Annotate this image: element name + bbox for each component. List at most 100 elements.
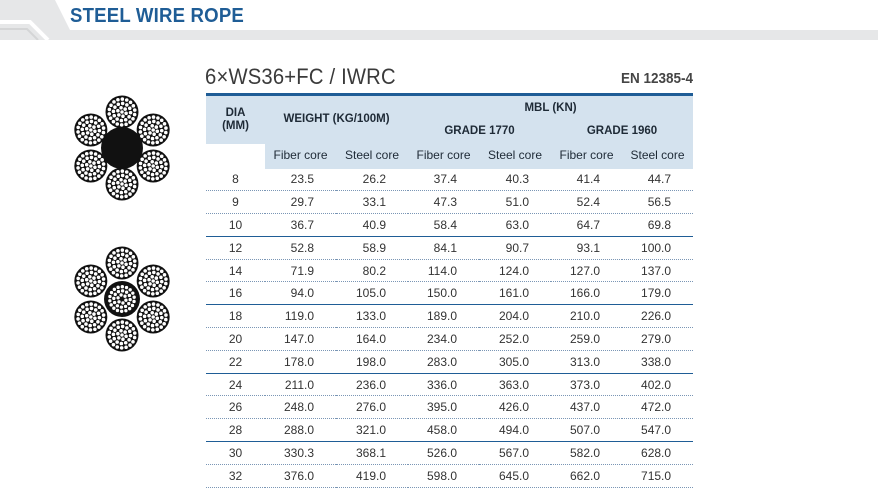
value-cell: 58.4 (408, 213, 479, 237)
weight-steel-core-header: Steel core (336, 143, 408, 169)
g1960-fiber-core-header: Fiber core (551, 143, 622, 169)
value-cell: 234.0 (408, 327, 479, 351)
value-cell: 547.0 (622, 418, 694, 443)
value-cell: 236.0 (336, 373, 408, 397)
value-cell: 458.0 (408, 418, 479, 443)
table-row: 14 71.9 80.2 114.0 124.0 127.0 137.0 (206, 259, 694, 283)
value-cell: 161.0 (479, 281, 551, 306)
value-cell: 567.0 (479, 441, 551, 465)
value-cell: 313.0 (551, 350, 622, 374)
value-cell: 26.2 (336, 168, 408, 192)
value-cell: 204.0 (479, 304, 551, 329)
value-cell: 52.4 (551, 190, 622, 215)
value-cell: 133.0 (336, 304, 408, 329)
value-cell: 373.0 (551, 373, 622, 397)
value-cell: 363.0 (479, 373, 551, 397)
steel-core-rope-image (74, 246, 170, 352)
value-cell: 40.9 (336, 213, 408, 237)
g1770-steel-core-header: Steel core (479, 143, 551, 169)
value-cell: 395.0 (408, 395, 479, 420)
value-cell: 472.0 (622, 395, 694, 420)
value-cell: 288.0 (265, 418, 336, 443)
value-cell: 137.0 (622, 259, 694, 283)
value-cell: 93.1 (551, 236, 622, 260)
dia-cell: 22 (206, 350, 265, 374)
value-cell: 94.0 (265, 281, 336, 306)
value-cell: 338.0 (622, 350, 694, 374)
value-cell: 305.0 (479, 350, 551, 374)
value-cell: 41.4 (551, 168, 622, 192)
weight-header: WEIGHT (KG/100M) (265, 93, 408, 144)
value-cell: 507.0 (551, 418, 622, 443)
value-cell: 211.0 (265, 373, 336, 397)
value-cell: 248.0 (265, 395, 336, 420)
value-cell: 147.0 (265, 327, 336, 351)
value-cell: 52.8 (265, 236, 336, 260)
dia-cell: 28 (206, 418, 265, 443)
value-cell: 336.0 (408, 373, 479, 397)
dia-cell: 26 (206, 395, 265, 420)
value-cell: 526.0 (408, 441, 479, 465)
table-row: 28 288.0 321.0 458.0 494.0 507.0 547.0 (206, 418, 694, 443)
value-cell: 114.0 (408, 259, 479, 283)
mbl-header: MBL (KN) (408, 93, 694, 121)
value-cell: 402.0 (622, 373, 694, 397)
value-cell: 69.8 (622, 213, 694, 237)
grade-1960-header: GRADE 1960 (551, 120, 694, 144)
value-cell: 494.0 (479, 418, 551, 443)
g1960-steel-core-header: Steel core (622, 143, 694, 169)
value-cell: 56.5 (622, 190, 694, 215)
value-cell: 330.3 (265, 441, 336, 465)
value-cell: 189.0 (408, 304, 479, 329)
table-row: 12 52.8 58.9 84.1 90.7 93.1 100.0 (206, 236, 694, 260)
value-cell: 179.0 (622, 281, 694, 306)
value-cell: 84.1 (408, 236, 479, 260)
g1770-fiber-core-header: Fiber core (408, 143, 479, 169)
value-cell: 150.0 (408, 281, 479, 306)
value-cell: 23.5 (265, 168, 336, 192)
dia-cell: 8 (206, 168, 265, 192)
table-row: 30 330.3 368.1 526.0 567.0 582.0 628.0 (206, 441, 694, 465)
value-cell: 321.0 (336, 418, 408, 443)
value-cell: 166.0 (551, 281, 622, 306)
dia-cell: 30 (206, 441, 265, 465)
value-cell: 29.7 (265, 190, 336, 215)
value-cell: 198.0 (336, 350, 408, 374)
dia-cell: 9 (206, 190, 265, 215)
weight-fiber-core-header: Fiber core (265, 143, 336, 169)
value-cell: 368.1 (336, 441, 408, 465)
standard-code: EN 12385-4 (620, 70, 693, 87)
table-row: 8 23.5 26.2 37.4 40.3 41.4 44.7 (206, 168, 694, 192)
value-cell: 63.0 (479, 213, 551, 237)
value-cell: 64.7 (551, 213, 622, 237)
table-row: 16 94.0 105.0 150.0 161.0 166.0 179.0 (206, 281, 694, 306)
table-row: 22 178.0 198.0 283.0 305.0 313.0 338.0 (206, 350, 694, 374)
value-cell: 40.3 (479, 168, 551, 192)
dia-cell: 14 (206, 259, 265, 283)
dia-cell: 24 (206, 373, 265, 397)
dia-header: DIA (MM) (206, 93, 265, 144)
value-cell: 276.0 (336, 395, 408, 420)
value-cell: 71.9 (265, 259, 336, 283)
value-cell: 127.0 (551, 259, 622, 283)
value-cell: 124.0 (479, 259, 551, 283)
value-cell: 210.0 (551, 304, 622, 329)
value-cell: 437.0 (551, 395, 622, 420)
value-cell: 582.0 (551, 441, 622, 465)
product-title: 6×WS36+FC / IWRC (205, 64, 396, 89)
dia-cell: 16 (206, 281, 265, 306)
value-cell: 283.0 (408, 350, 479, 374)
value-cell: 100.0 (622, 236, 694, 260)
value-cell: 37.4 (408, 168, 479, 192)
value-cell: 36.7 (265, 213, 336, 237)
value-cell: 47.3 (408, 190, 479, 215)
value-cell: 279.0 (622, 327, 694, 351)
value-cell: 164.0 (336, 327, 408, 351)
value-cell: 119.0 (265, 304, 336, 329)
value-cell: 252.0 (479, 327, 551, 351)
grade-1770-header: GRADE 1770 (408, 120, 551, 144)
table-row: 10 36.7 40.9 58.4 63.0 64.7 69.8 (206, 213, 694, 237)
table-row: 24 211.0 236.0 336.0 363.0 373.0 402.0 (206, 373, 694, 397)
value-cell: 105.0 (336, 281, 408, 306)
table-row: 18 119.0 133.0 189.0 204.0 210.0 226.0 (206, 304, 694, 329)
